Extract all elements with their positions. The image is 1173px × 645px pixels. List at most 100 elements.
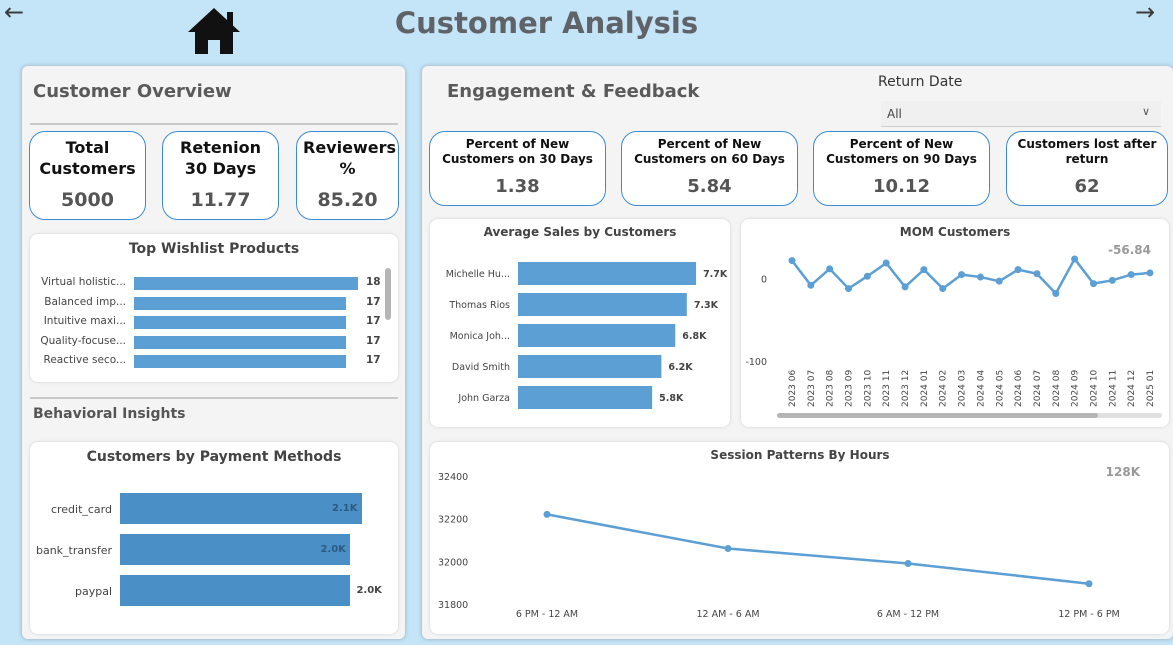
data-point bbox=[904, 559, 912, 567]
session-patterns-tile: Session Patterns By Hours 128K 32400 32200 3… bbox=[430, 442, 1169, 634]
forward-arrow-icon[interactable]: → bbox=[1135, 0, 1155, 26]
wishlist-label: Quality-focuse... bbox=[40, 334, 126, 347]
sales-bar bbox=[518, 262, 697, 285]
card-value: 5000 bbox=[61, 189, 114, 211]
x-tick-label: 2024 05 bbox=[995, 370, 1005, 407]
data-point bbox=[724, 545, 732, 553]
data-point bbox=[1089, 280, 1097, 288]
x-tick-label: 2024 12 bbox=[1127, 370, 1137, 407]
data-point bbox=[939, 285, 947, 293]
payment-value: 2.0K bbox=[356, 585, 382, 596]
value-label: 7.7K bbox=[703, 269, 728, 280]
x-tick-label: 2024 10 bbox=[1089, 370, 1099, 407]
customers-lost-card: Customers lost after return 62 bbox=[1006, 131, 1168, 206]
wishlist-tile: Top Wishlist Products Virtual holistic..… bbox=[30, 234, 398, 382]
x-tick-label: 2023 06 bbox=[788, 370, 798, 407]
wishlist-title: Top Wishlist Products bbox=[128, 241, 300, 257]
x-tick-label: 2024 03 bbox=[958, 370, 968, 407]
category-label: David Smith bbox=[452, 362, 510, 373]
value-label: 7.3K bbox=[694, 300, 719, 311]
wishlist-value: 17 bbox=[366, 354, 381, 366]
chart-annotation: -56.84 bbox=[1108, 243, 1151, 257]
average-sales-chart: Average Sales by Customers Michelle Hu...… bbox=[446, 225, 728, 409]
y-tick-label: 32400 bbox=[438, 472, 468, 483]
y-tick-label: 0 bbox=[761, 275, 767, 286]
wishlist-value: 17 bbox=[366, 295, 381, 308]
payment-value: 2.1K bbox=[332, 503, 358, 514]
card-value: 1.38 bbox=[495, 176, 540, 197]
card-label: Retenion 30 Days bbox=[180, 138, 261, 178]
card-value: 62 bbox=[1074, 176, 1100, 197]
y-tick-label: 31800 bbox=[438, 600, 468, 611]
x-tick-label: 12 AM - 6 AM bbox=[696, 609, 759, 620]
x-tick-label: 2023 12 bbox=[901, 370, 911, 407]
x-tick-label: 6 PM - 12 AM bbox=[516, 609, 578, 620]
data-point bbox=[1071, 255, 1079, 263]
y-tick-label: 32000 bbox=[438, 557, 468, 568]
category-label: Michelle Hu... bbox=[446, 269, 510, 280]
x-tick-label: 12 PM - 6 PM bbox=[1058, 609, 1120, 620]
wishlist-bar bbox=[134, 296, 346, 310]
card-label: Percent of New Customers on 30 Days bbox=[442, 137, 593, 166]
scrollbar-thumb bbox=[777, 413, 1098, 418]
reviewers-percent-card: Reviewers % 85.20 bbox=[296, 131, 399, 220]
y-tick-label: -100 bbox=[745, 357, 767, 368]
session-line bbox=[546, 513, 1090, 585]
card-value: 85.20 bbox=[317, 189, 378, 211]
category-label: John Garza bbox=[457, 393, 510, 404]
customer-overview-title: Customer Overview bbox=[33, 81, 232, 102]
wishlist-bar bbox=[134, 316, 346, 329]
payment-bar bbox=[120, 575, 351, 606]
x-tick-label: 2024 01 bbox=[920, 370, 930, 407]
value-label: 6.8K bbox=[682, 331, 707, 342]
payment-label: paypal bbox=[74, 585, 112, 598]
x-tick-label: 2024 07 bbox=[1033, 370, 1043, 407]
x-tick-label: 2024 11 bbox=[1108, 370, 1118, 407]
x-tick-label: 2024 04 bbox=[976, 370, 986, 407]
chart-title: Average Sales by Customers bbox=[484, 225, 677, 239]
data-point bbox=[863, 272, 871, 280]
x-tick-label: 2023 11 bbox=[882, 370, 892, 407]
category-label: Monica Joh... bbox=[450, 331, 510, 342]
wishlist-value: 18 bbox=[366, 276, 381, 288]
card-label: Total Customers bbox=[39, 138, 136, 178]
sales-bar bbox=[518, 324, 676, 347]
sales-bar bbox=[518, 386, 653, 409]
x-tick-label: 2024 08 bbox=[1052, 370, 1062, 407]
card-label: Percent of New Customers on 60 Days bbox=[634, 137, 785, 166]
card-label: Customers lost after return bbox=[1017, 137, 1157, 166]
data-point bbox=[882, 259, 890, 267]
wishlist-value: 17 bbox=[366, 334, 381, 347]
data-point bbox=[1014, 266, 1022, 274]
data-point bbox=[543, 510, 551, 518]
value-label: 6.2K bbox=[668, 362, 693, 373]
new-customers-60-card: Percent of New Customers on 60 Days 5.84 bbox=[621, 131, 798, 206]
x-tick-label: 2023 07 bbox=[807, 370, 817, 407]
x-tick-label: 2023 09 bbox=[845, 370, 855, 407]
data-point bbox=[920, 266, 928, 274]
card-label: Percent of New Customers on 90 Days bbox=[826, 137, 977, 166]
data-point bbox=[826, 265, 834, 273]
dropdown-value: All bbox=[887, 107, 902, 121]
data-point bbox=[807, 281, 815, 289]
wishlist-value: 17 bbox=[366, 315, 381, 327]
wishlist-scrollbar[interactable] bbox=[385, 268, 391, 320]
wishlist-bar bbox=[134, 355, 346, 368]
category-label: Thomas Rios bbox=[448, 300, 510, 311]
data-point bbox=[995, 277, 1003, 285]
data-point bbox=[976, 273, 984, 281]
data-point bbox=[788, 257, 796, 265]
divider bbox=[30, 123, 398, 125]
x-tick-label: 2023 10 bbox=[863, 370, 873, 407]
behavioral-insights-title: Behavioral Insights bbox=[33, 406, 186, 422]
total-customers-card: Total Customers 5000 bbox=[29, 131, 146, 220]
return-date-dropdown[interactable]: All ∨ bbox=[881, 101, 1161, 127]
card-value: 5.84 bbox=[687, 176, 732, 197]
payment-value: 2.0K bbox=[320, 544, 346, 555]
payment-label: credit_card bbox=[50, 503, 112, 516]
wishlist-bar bbox=[134, 335, 346, 349]
sales-bar bbox=[518, 355, 662, 378]
chevron-down-icon: ∨ bbox=[1142, 105, 1151, 118]
payment-methods-title: Customers by Payment Methods bbox=[86, 449, 342, 465]
payment-label: bank_transfer bbox=[35, 544, 112, 557]
